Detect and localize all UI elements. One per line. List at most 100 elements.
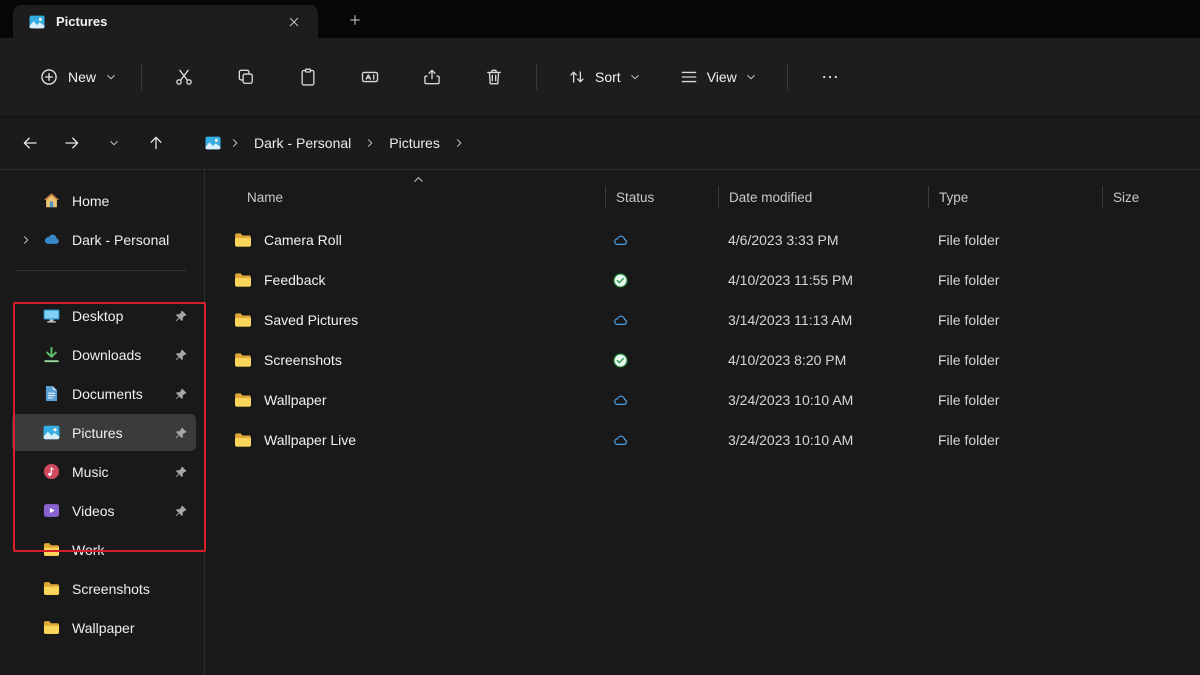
- rename-button[interactable]: [346, 57, 394, 97]
- file-row-feedback[interactable]: Feedback 4/10/2023 11:55 PM File folder: [233, 260, 1200, 300]
- file-type: File folder: [928, 312, 1102, 328]
- share-icon: [422, 67, 442, 87]
- column-header-status[interactable]: Status: [605, 186, 718, 208]
- see-more-button[interactable]: [806, 57, 854, 97]
- file-row-screenshots[interactable]: Screenshots 4/10/2023 8:20 PM File folde…: [233, 340, 1200, 380]
- recent-locations-button[interactable]: [94, 125, 134, 161]
- sidebar-item-downloads[interactable]: Downloads: [12, 336, 196, 373]
- file-name-cell: Camera Roll: [233, 230, 605, 250]
- breadcrumb-item-pictures[interactable]: Pictures: [383, 131, 446, 155]
- cut-button[interactable]: [160, 57, 208, 97]
- file-date-modified: 4/10/2023 11:55 PM: [718, 272, 928, 288]
- sidebar-item-label: Documents: [72, 386, 168, 402]
- videos-icon: [42, 501, 61, 520]
- sidebar-item-videos[interactable]: Videos: [12, 492, 196, 529]
- view-button[interactable]: View: [666, 57, 770, 97]
- file-type: File folder: [928, 432, 1102, 448]
- sort-arrows-icon: [567, 67, 587, 87]
- file-type: File folder: [928, 392, 1102, 408]
- back-button[interactable]: [10, 125, 50, 161]
- clipboard-icon: [298, 67, 318, 87]
- tab-pictures[interactable]: Pictures: [13, 5, 318, 38]
- folder-icon: [42, 579, 61, 598]
- file-status-cell: [605, 272, 718, 289]
- file-name-cell: Screenshots: [233, 350, 605, 370]
- sidebar-item-label: Desktop: [72, 308, 168, 324]
- sidebar-item-label: Music: [72, 464, 168, 480]
- folder-icon: [233, 350, 253, 370]
- pin-icon: [174, 348, 188, 362]
- tab-title: Pictures: [56, 14, 280, 29]
- folder-icon: [233, 390, 253, 410]
- folder-icon: [42, 540, 61, 559]
- ellipsis-icon: [820, 67, 840, 87]
- file-row-camera-roll[interactable]: Camera Roll 4/6/2023 3:33 PM File folder: [233, 220, 1200, 260]
- copy-button[interactable]: [222, 57, 270, 97]
- view-button-label: View: [707, 69, 737, 85]
- sort-button[interactable]: Sort: [554, 57, 654, 97]
- command-toolbar: New Sort View: [0, 38, 1200, 117]
- paste-button[interactable]: [284, 57, 332, 97]
- expand-chevron-icon[interactable]: [20, 234, 42, 246]
- pin-icon: [174, 504, 188, 518]
- sidebar-item-music[interactable]: Music: [12, 453, 196, 490]
- folder-icon: [42, 618, 61, 637]
- sidebar-item-work[interactable]: Work: [12, 531, 196, 568]
- file-name-cell: Wallpaper: [233, 390, 605, 410]
- new-tab-button[interactable]: [340, 5, 370, 35]
- close-tab-icon[interactable]: [280, 8, 308, 36]
- file-type: File folder: [928, 232, 1102, 248]
- sidebar-item-onedrive-dark-personal[interactable]: Dark - Personal: [12, 221, 196, 258]
- chevron-down-icon: [629, 71, 641, 83]
- file-rows: Camera Roll 4/6/2023 3:33 PM File folder…: [233, 220, 1200, 460]
- chevron-right-icon: [229, 137, 241, 149]
- synced-check-status-icon: [612, 352, 629, 369]
- file-explorer-window: Pictures New: [0, 0, 1200, 675]
- sidebar-item-label: Pictures: [72, 425, 168, 441]
- scissors-icon: [174, 67, 194, 87]
- breadcrumb-item-dark-personal[interactable]: Dark - Personal: [248, 131, 357, 155]
- documents-icon: [42, 384, 61, 403]
- downloads-icon: [42, 345, 61, 364]
- sidebar-item-home[interactable]: Home: [12, 182, 196, 219]
- file-name-cell: Saved Pictures: [233, 310, 605, 330]
- sidebar-item-wallpaper[interactable]: Wallpaper: [12, 609, 196, 646]
- breadcrumb: Dark - Personal Pictures: [204, 131, 465, 155]
- column-header-type[interactable]: Type: [928, 186, 1102, 208]
- delete-button[interactable]: [470, 57, 518, 97]
- file-row-wallpaper-live[interactable]: Wallpaper Live 3/24/2023 10:10 AM File f…: [233, 420, 1200, 460]
- tab-bar: Pictures: [0, 0, 1200, 38]
- file-status-cell: [605, 312, 718, 329]
- plus-icon: [347, 12, 363, 28]
- folder-icon: [233, 430, 253, 450]
- column-header-name[interactable]: Name: [233, 186, 605, 208]
- sidebar-item-desktop[interactable]: Desktop: [12, 297, 196, 334]
- cloud-status-icon: [612, 232, 629, 249]
- column-header-date-modified[interactable]: Date modified: [718, 186, 928, 208]
- file-type: File folder: [928, 272, 1102, 288]
- chevron-down-icon: [108, 137, 120, 149]
- cloud-status-icon: [612, 392, 629, 409]
- file-date-modified: 3/24/2023 10:10 AM: [718, 392, 928, 408]
- sidebar-item-documents[interactable]: Documents: [12, 375, 196, 412]
- share-button[interactable]: [408, 57, 456, 97]
- new-button-label: New: [68, 69, 96, 85]
- forward-arrow-icon: [63, 134, 81, 152]
- rename-icon: [360, 67, 380, 87]
- sidebar-item-pictures[interactable]: Pictures: [12, 414, 196, 451]
- forward-button[interactable]: [52, 125, 92, 161]
- file-status-cell: [605, 232, 718, 249]
- sort-ascending-caret-icon: [411, 172, 426, 187]
- file-type: File folder: [928, 352, 1102, 368]
- view-lines-icon: [679, 67, 699, 87]
- file-row-saved-pictures[interactable]: Saved Pictures 3/14/2023 11:13 AM File f…: [233, 300, 1200, 340]
- file-date-modified: 3/24/2023 10:10 AM: [718, 432, 928, 448]
- sort-button-label: Sort: [595, 69, 621, 85]
- file-name: Wallpaper: [264, 392, 327, 408]
- up-button[interactable]: [136, 125, 176, 161]
- file-name: Screenshots: [264, 352, 342, 368]
- new-button[interactable]: New: [26, 57, 130, 97]
- file-row-wallpaper[interactable]: Wallpaper 3/24/2023 10:10 AM File folder: [233, 380, 1200, 420]
- sidebar-item-screenshots[interactable]: Screenshots: [12, 570, 196, 607]
- column-header-size[interactable]: Size: [1102, 186, 1200, 208]
